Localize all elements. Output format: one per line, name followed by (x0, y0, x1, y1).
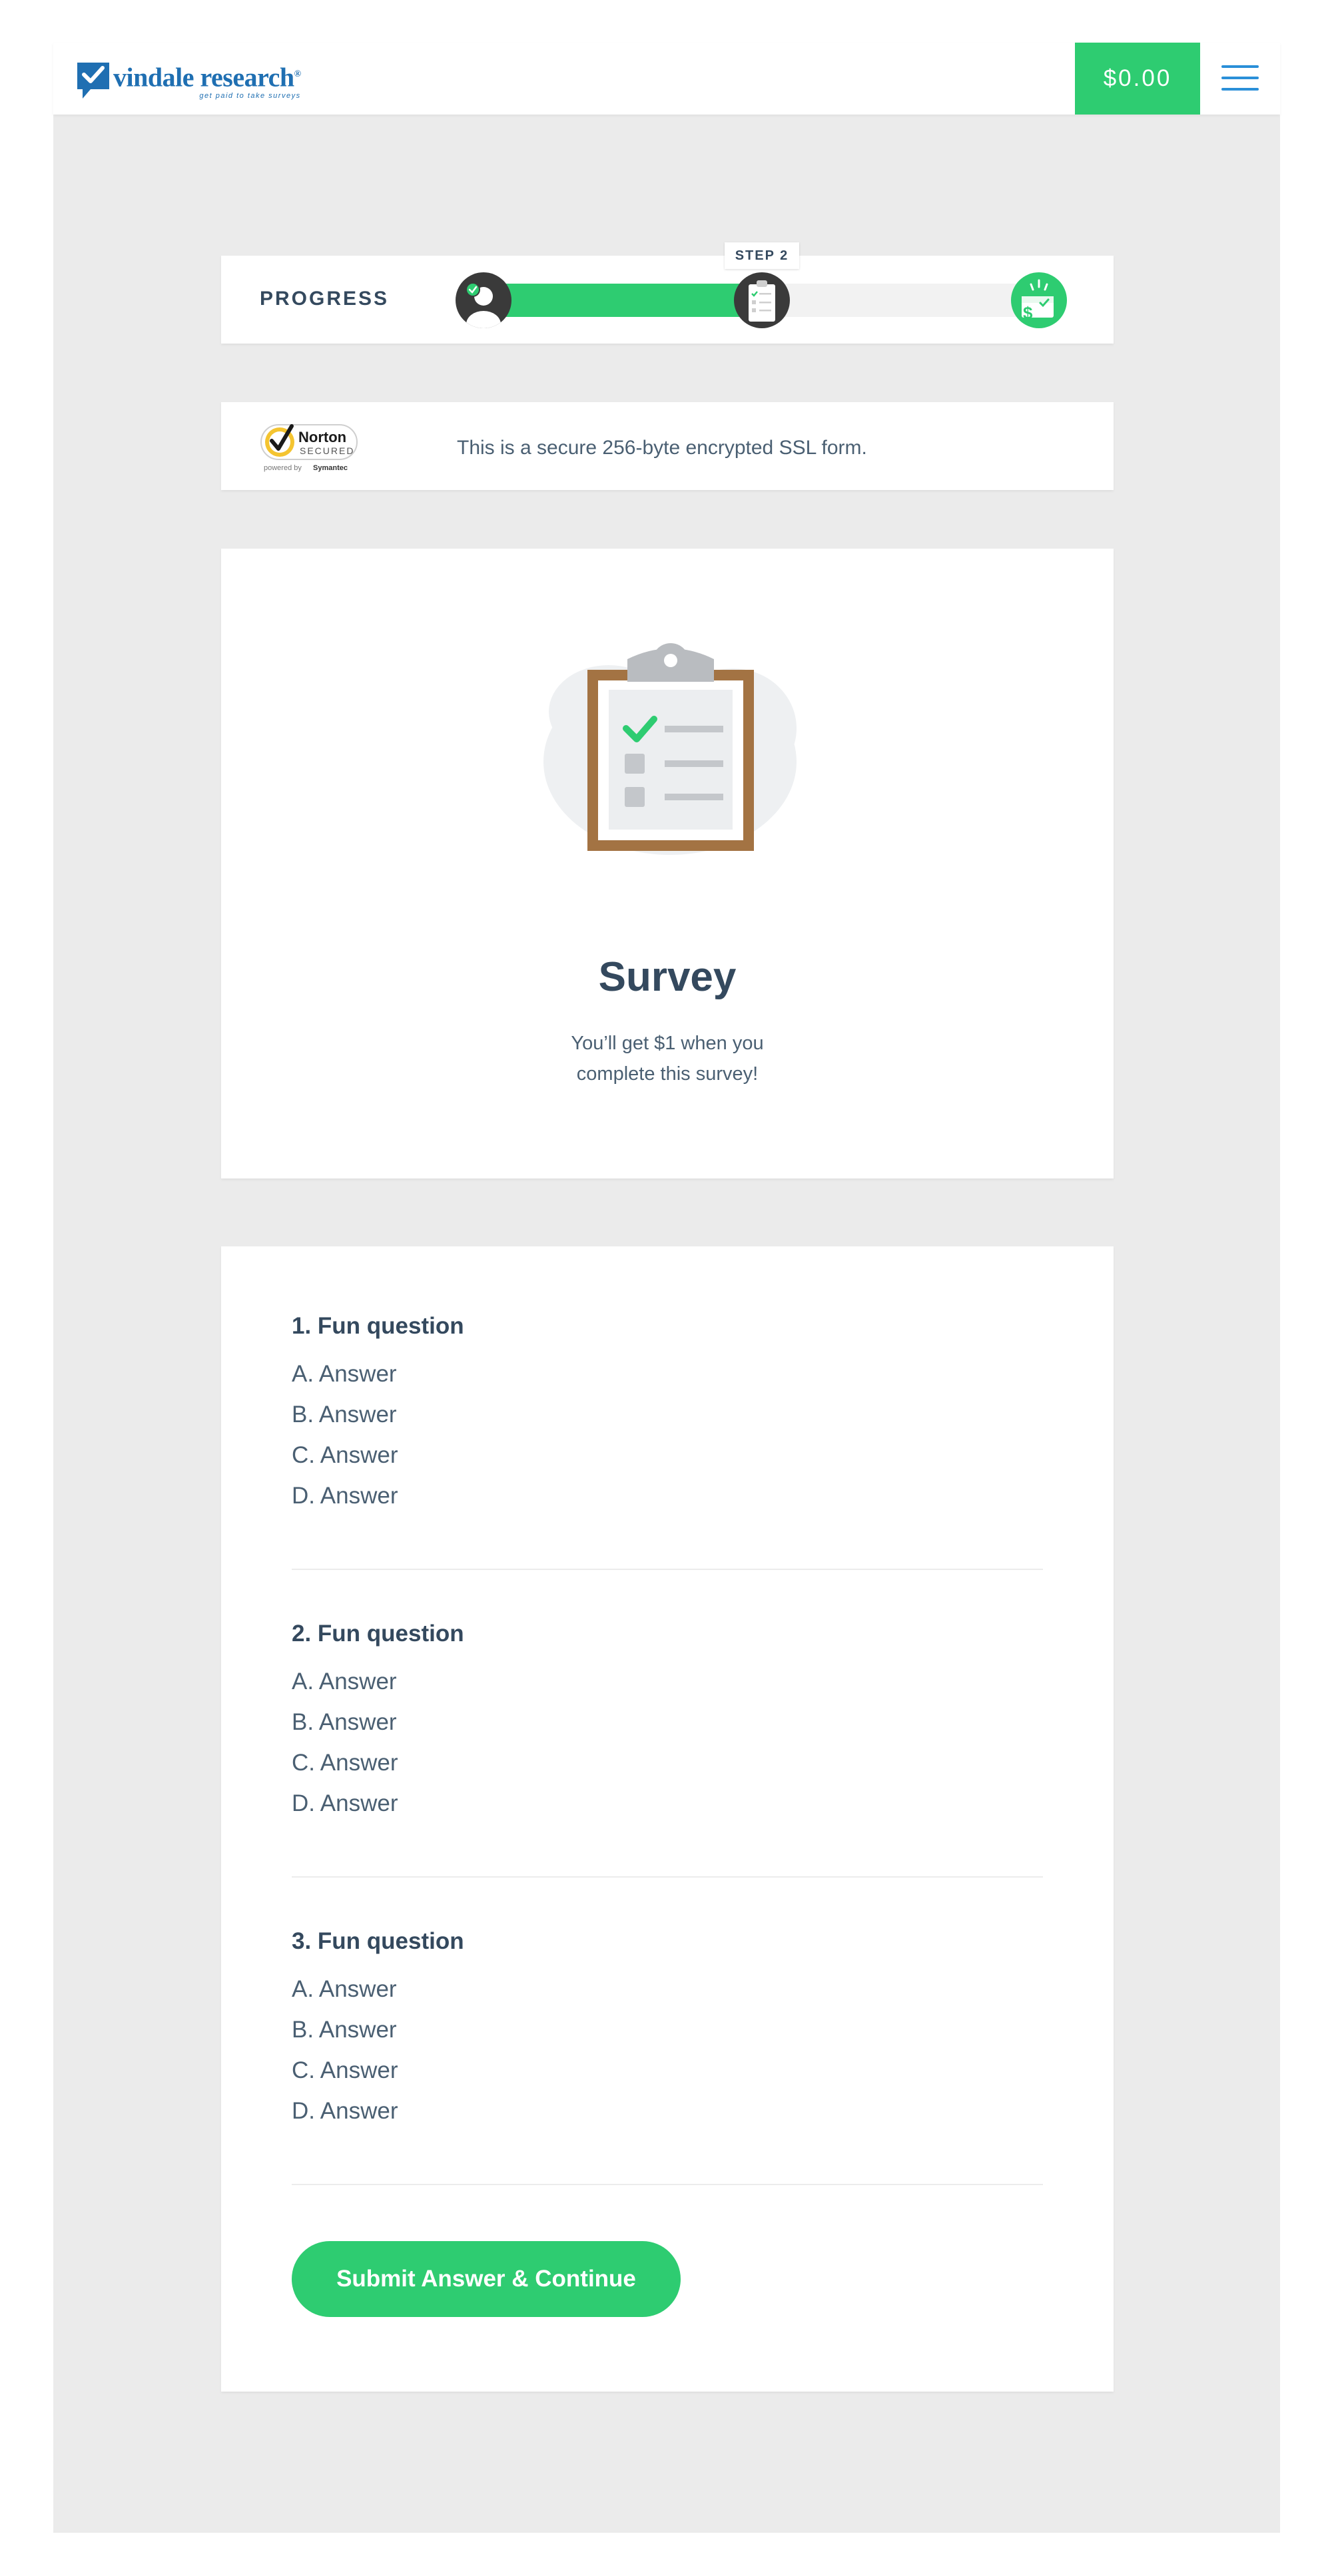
norton-powered-brand: Symantec (313, 464, 348, 472)
question-divider (292, 2184, 1043, 2185)
survey-subtitle-line-1: You’ll get $1 when you (571, 1033, 764, 1054)
security-card: Norton SECURED powered by Symantec This … (221, 402, 1114, 490)
answer-option-d[interactable]: D. Answer (292, 1788, 1043, 1828)
balance-button[interactable]: $0.00 (1075, 43, 1200, 115)
clipboard-checklist-icon (543, 643, 797, 855)
step-1-user-check-icon (456, 272, 511, 328)
norton-powered-prefix: powered by (264, 464, 302, 472)
question-title: 3. Fun question (292, 1928, 464, 1954)
answer-option-a[interactable]: A. Answer (292, 1358, 1043, 1399)
question-title: 1. Fun question (292, 1313, 464, 1339)
answer-option-a[interactable]: A. Answer (292, 1973, 1043, 2014)
norton-title: Norton (298, 429, 346, 445)
norton-secured-badge: Norton SECURED powered by Symantec (260, 419, 360, 473)
top-navigation-bar: vindale research® get paid to take surve… (53, 43, 1280, 115)
answer-option-d[interactable]: D. Answer (292, 2095, 1043, 2136)
answer-option-d[interactable]: D. Answer (292, 1480, 1043, 1521)
survey-subtitle-line-2: complete this survey! (576, 1063, 759, 1085)
question-2: 2. Fun question A. Answer B. Answer C. A… (292, 1621, 1043, 1828)
brand-name: vindale research (113, 62, 294, 93)
brand-logo[interactable]: vindale research® get paid to take surve… (76, 61, 301, 100)
submit-answer-button[interactable]: Submit Answer & Continue (292, 2241, 681, 2317)
survey-intro-card: Survey You’ll get $1 when you complete t… (221, 549, 1114, 1178)
ssl-notice: This is a secure 256-byte encrypted SSL … (457, 437, 867, 459)
answer-option-b[interactable]: B. Answer (292, 1706, 1043, 1747)
step-3-money-reward-icon: $ (1011, 272, 1067, 328)
question-title: 2. Fun question (292, 1621, 464, 1647)
registered-mark: ® (294, 69, 301, 79)
question-3: 3. Fun question A. Answer B. Answer C. A… (292, 1928, 1043, 2136)
answer-option-c[interactable]: C. Answer (292, 1439, 1043, 1480)
question-1: 1. Fun question A. Answer B. Answer C. A… (292, 1313, 1043, 1521)
answer-option-a[interactable]: A. Answer (292, 1666, 1043, 1706)
current-step-tag: STEP 2 (725, 242, 799, 269)
answer-option-c[interactable]: C. Answer (292, 1747, 1043, 1788)
survey-subtitle: You’ll get $1 when you complete this sur… (221, 1028, 1114, 1089)
answer-option-c[interactable]: C. Answer (292, 2055, 1043, 2095)
step-2-clipboard-icon (734, 272, 790, 328)
question-divider (292, 1569, 1043, 1570)
answer-option-b[interactable]: B. Answer (292, 2014, 1043, 2055)
survey-title: Survey (598, 954, 737, 1000)
progress-label: PROGRESS (260, 288, 390, 310)
logo-check-icon (77, 63, 109, 99)
question-divider (292, 1876, 1043, 1878)
svg-text:$: $ (1023, 303, 1033, 323)
progress-card: PROGRESS STEP 2 $ (221, 242, 1114, 344)
brand-tagline: get paid to take surveys (199, 92, 301, 101)
questions-card: 1. Fun question A. Answer B. Answer C. A… (221, 1246, 1114, 2392)
hamburger-icon[interactable] (1221, 65, 1259, 92)
answer-option-b[interactable]: B. Answer (292, 1399, 1043, 1439)
norton-sub: SECURED (300, 445, 354, 456)
